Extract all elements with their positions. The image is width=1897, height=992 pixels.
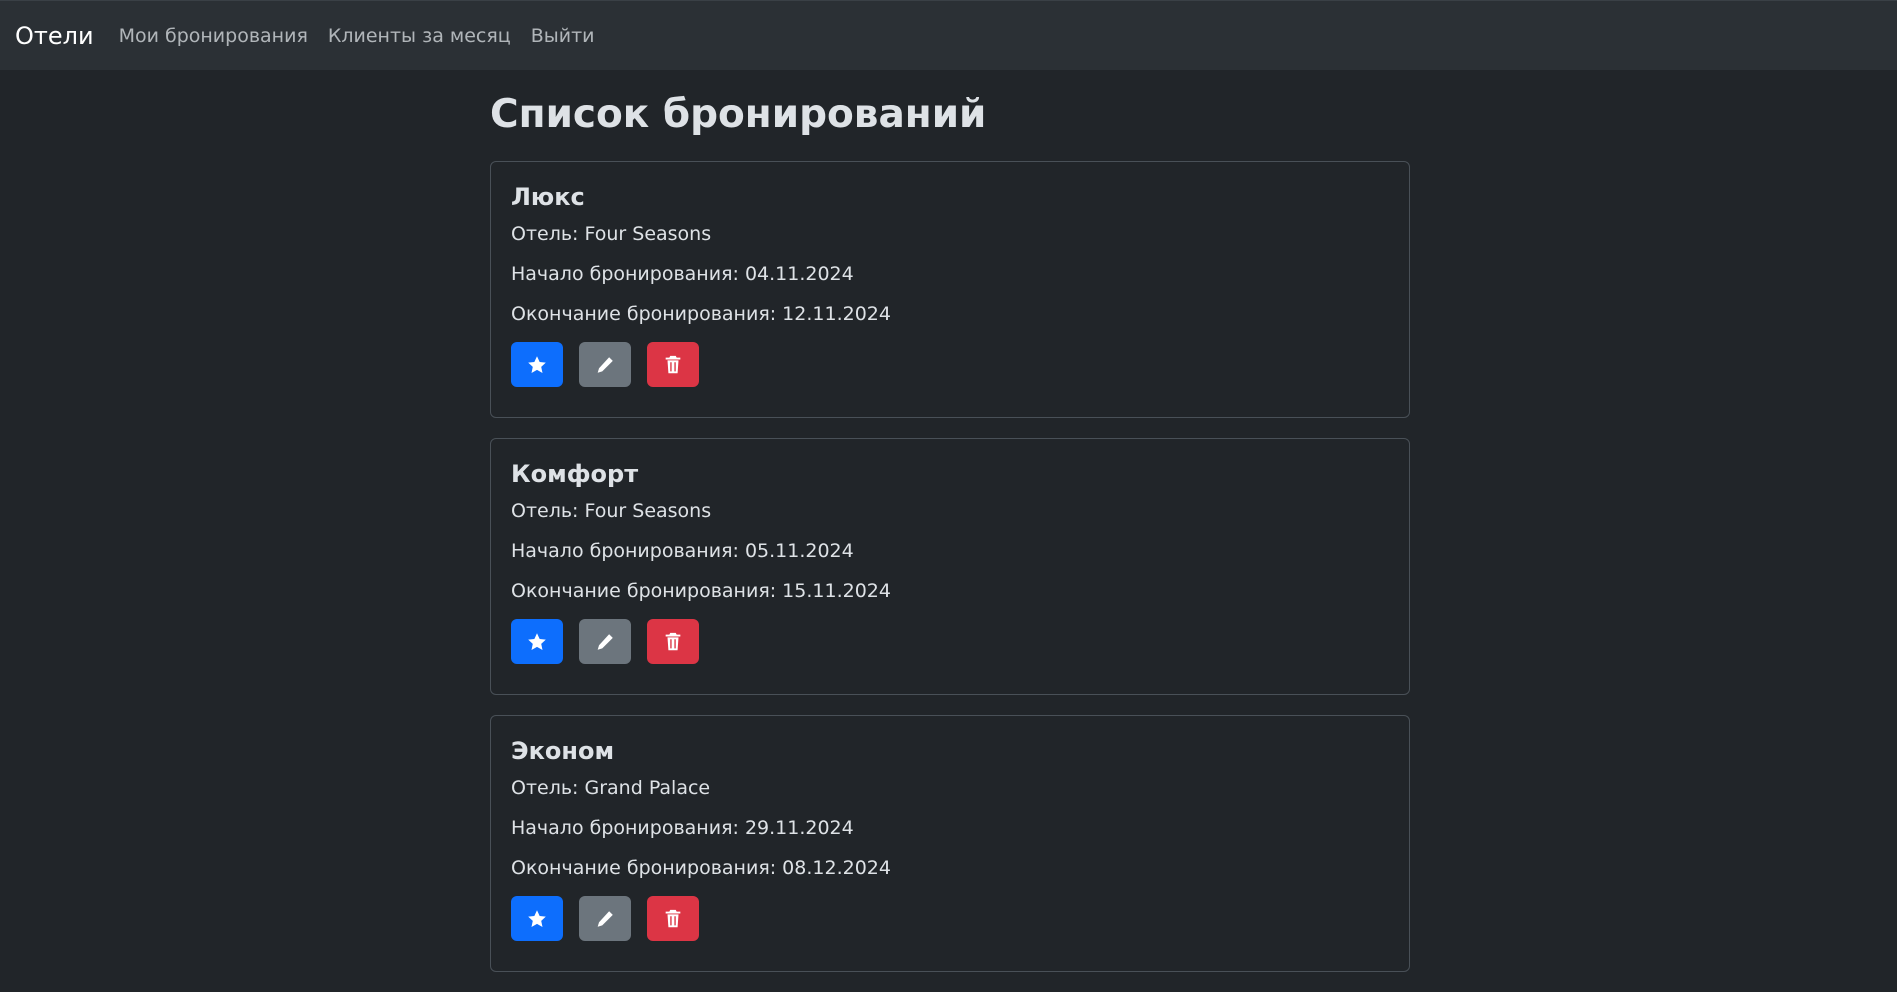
navbar-brand[interactable]: Отели [15,22,94,50]
booking-start-date: Начало бронирования: 04.11.2024 [511,263,854,285]
booking-room-type: Люкс [511,183,585,211]
booking-actions [511,896,1389,941]
booking-actions [511,619,1389,664]
edit-button[interactable] [579,619,631,664]
booking-list: Люкс Отель: Four Seasons Начало брониров… [490,161,1410,972]
booking-card: Эконом Отель: Grand Palace Начало бронир… [490,715,1410,972]
pencil-icon [597,356,613,373]
favorite-button[interactable] [511,342,563,387]
main-content: Список бронирований Люкс Отель: Four Sea… [490,70,1410,992]
booking-hotel: Отель: Four Seasons [511,223,712,245]
booking-start-date: Начало бронирования: 29.11.2024 [511,817,854,839]
star-icon [528,355,546,373]
booking-card: Люкс Отель: Four Seasons Начало брониров… [490,161,1410,418]
delete-button[interactable] [647,619,699,664]
booking-room-type: Эконом [511,737,615,765]
booking-hotel: Отель: Grand Palace [511,777,711,799]
favorite-button[interactable] [511,619,563,664]
booking-actions [511,342,1389,387]
star-icon [528,632,546,650]
edit-button[interactable] [579,896,631,941]
delete-button[interactable] [647,342,699,387]
pencil-icon [597,633,613,650]
booking-start-date: Начало бронирования: 05.11.2024 [511,540,854,562]
page-title: Список бронирований [490,92,987,137]
delete-button[interactable] [647,896,699,941]
booking-room-type: Комфорт [511,460,639,488]
booking-end-date: Окончание бронирования: 08.12.2024 [511,857,891,879]
booking-end-date: Окончание бронирования: 15.11.2024 [511,580,891,602]
booking-hotel: Отель: Four Seasons [511,500,712,522]
booking-card: Комфорт Отель: Four Seasons Начало брони… [490,438,1410,695]
nav-link-clients-month[interactable]: Клиенты за месяц [328,25,511,47]
trash-icon [665,355,681,373]
edit-button[interactable] [579,342,631,387]
booking-end-date: Окончание бронирования: 12.11.2024 [511,303,891,325]
trash-icon [665,909,681,927]
star-icon [528,909,546,927]
nav-link-logout[interactable]: Выйти [531,25,595,47]
trash-icon [665,632,681,650]
navbar: Отели Мои бронирования Клиенты за месяц … [0,0,1897,70]
pencil-icon [597,910,613,927]
favorite-button[interactable] [511,896,563,941]
nav-link-my-bookings[interactable]: Мои бронирования [119,25,308,47]
